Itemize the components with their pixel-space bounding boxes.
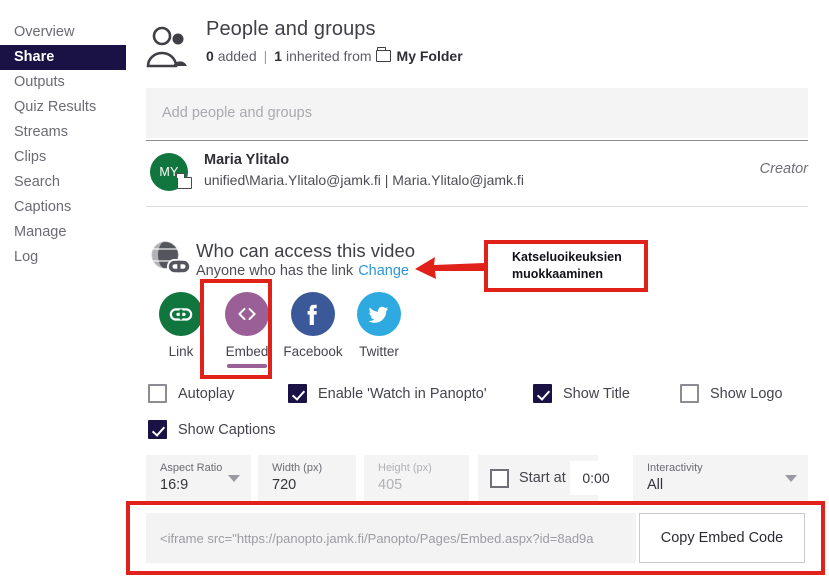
user-email: unified\Maria.Ylitalo@jamk.fi | Maria.Yl… [204,172,524,188]
facebook-icon [291,292,335,336]
checkbox-label: Show Captions [178,421,276,438]
checkbox-label: Enable 'Watch in Panopto' [318,385,487,402]
checkbox-box [288,384,307,403]
field-value: 720 [272,477,297,493]
chevron-down-icon [785,475,797,482]
checkbox-box [148,420,167,439]
checkbox-enable-watch-in-panopto[interactable]: Enable 'Watch in Panopto' [288,384,487,403]
added-label: added [217,48,257,64]
annotation-box-embed-code [126,501,825,575]
change-access-link[interactable]: Change [358,263,409,279]
page-title: People and groups [206,18,376,40]
checkbox-show-title[interactable]: Show Title [533,384,630,403]
checkbox-label: Show Logo [710,385,783,402]
field-value: 405 [378,477,403,493]
input-underline [146,140,808,141]
aspect-ratio-select[interactable]: Aspect Ratio 16:9 [146,455,251,501]
sidebar-item-label: Clips [14,149,47,165]
add-people-input[interactable] [146,88,808,138]
row-divider [146,206,808,207]
sidebar-item-label: Overview [14,24,75,40]
share-button-label: Twitter [359,344,399,359]
inherited-label: inherited from [285,48,372,64]
annotation-line-1: Katseluoikeuksien [512,250,622,264]
checkbox-label: Autoplay [178,385,235,402]
user-role-badge: Creator [759,161,808,177]
sidebar-item-clips[interactable]: Clips [0,145,126,170]
link-icon [159,292,203,336]
share-button-label: Facebook [283,344,343,359]
annotation-note-text: Katseluoikeuksien muokkaaminen [488,249,622,283]
access-current-label: Anyone who has the link [196,263,354,279]
annotation-box-embed [200,279,272,379]
sidebar-item-share[interactable]: Share [0,45,126,70]
sidebar-item-outputs[interactable]: Outputs [0,70,126,95]
sidebar-item-captions[interactable]: Captions [0,195,126,220]
field-label: Height (px) [378,462,432,474]
chevron-down-icon [228,475,240,482]
checkbox-show-captions[interactable]: Show Captions [148,420,276,439]
folder-name[interactable]: My Folder [397,48,463,64]
checkbox-box [148,384,167,403]
sidebar-item-label: Quiz Results [14,99,97,115]
sidebar-item-label: Manage [14,224,67,240]
table-row: MY Maria Ylitalo unified\Maria.Ylitalo@j… [146,148,808,203]
field-label: Aspect Ratio [160,462,223,474]
access-title: Who can access this video [196,240,416,261]
annotation-note: Katseluoikeuksien muokkaaminen [484,240,648,292]
panopto-share-page: Overview Share Outputs Quiz Results Stre… [0,0,829,577]
annotation-line-2: muokkaaminen [512,267,604,281]
sidebar-item-label: Log [14,249,39,265]
twitter-icon [357,292,401,336]
checkbox-box [533,384,552,403]
sidebar-item-label: Search [14,174,60,190]
checkbox-label: Show Title [563,385,630,402]
interactivity-select[interactable]: Interactivity All [633,455,808,501]
sidebar-item-search[interactable]: Search [0,170,126,195]
share-button-twitter[interactable]: Twitter [344,292,414,359]
width-input[interactable]: Width (px) 720 [258,455,356,501]
share-button-facebook[interactable]: Facebook [278,292,348,359]
field-label: Width (px) [272,462,323,474]
globe-link-icon [148,240,192,284]
field-label: Interactivity [647,462,703,474]
sidebar-item-label: Outputs [14,74,65,90]
sidebar-item-label: Share [14,49,55,65]
checkbox-box [680,384,699,403]
sidebar-item-log[interactable]: Log [0,245,126,270]
access-current-setting: Anyone who has the link Change [196,263,409,279]
annotation-arrow [415,257,485,279]
sidebar: Overview Share Outputs Quiz Results Stre… [0,0,126,577]
sidebar-item-streams[interactable]: Streams [0,120,126,145]
people-and-groups-header: People and groups 0 added | 1 inherited … [146,18,806,78]
checkbox-autoplay[interactable]: Autoplay [148,384,234,403]
inherited-count: 1 [274,48,283,64]
folder-icon [375,47,391,62]
checkbox-box [490,468,509,488]
start-at-label: Start at [519,470,566,486]
sidebar-item-quiz-results[interactable]: Quiz Results [0,95,126,120]
sidebar-item-manage[interactable]: Manage [0,220,126,245]
avatar-folder-icon [176,172,192,189]
people-summary: 0 added | 1 inherited from My Folder [206,47,463,64]
people-icon [146,26,194,68]
summary-separator: | [263,48,268,64]
added-count: 0 [206,48,214,64]
user-name: Maria Ylitalo [204,152,290,168]
checkbox-show-logo[interactable]: Show Logo [680,384,783,403]
sidebar-item-overview[interactable]: Overview [0,20,126,45]
height-input: Height (px) 405 [364,455,469,501]
field-value: All [647,477,664,493]
start-at-time-input[interactable]: 0:00 [570,461,622,495]
sidebar-item-label: Captions [14,199,72,215]
sidebar-item-label: Streams [14,124,68,140]
